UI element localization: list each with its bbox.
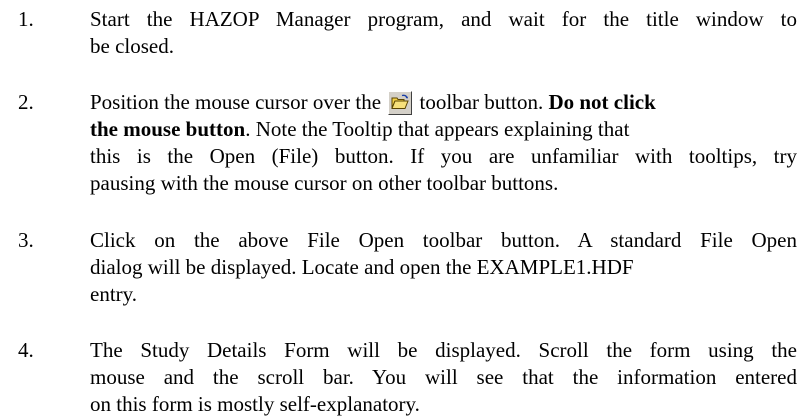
- step-number: 3.: [18, 228, 34, 252]
- step-number: 2.: [18, 90, 34, 114]
- open-folder-icon: [388, 91, 413, 115]
- step-text-run: . Note the Tooltip that appears explaini…: [245, 117, 630, 141]
- step-text: Click on the above File Open toolbar but…: [90, 227, 797, 308]
- step-line: Position the mouse cursor over the toolb…: [90, 89, 797, 116]
- step-number: 4.: [18, 338, 34, 362]
- step-line: the mouse button. Note the Tooltip that …: [90, 116, 797, 143]
- bold-warning: the mouse button: [90, 117, 246, 141]
- step-text-run: toolbar button.: [419, 90, 544, 114]
- step-number: 1.: [18, 7, 34, 31]
- step-line: entry.: [90, 282, 138, 306]
- step-text: Start the HAZOP Manager program, and wai…: [90, 6, 797, 60]
- step-text: The Study Details Form will be displayed…: [90, 337, 797, 418]
- step-line: The Study Details Form will be displayed…: [90, 338, 797, 362]
- step-line: Click on the above File Open toolbar but…: [90, 228, 797, 252]
- step-text-run: Position the mouse cursor over the: [90, 90, 382, 114]
- step-line: mouse and the scroll bar. You will see t…: [90, 365, 797, 389]
- step-line: be closed.: [90, 34, 174, 58]
- step-line: Start the HAZOP Manager program, and wai…: [90, 7, 797, 31]
- bold-warning: Do not click: [548, 90, 656, 114]
- step-line: this is the Open (File) button. If you a…: [90, 144, 797, 168]
- step-line: pausing with the mouse cursor on other t…: [90, 171, 559, 195]
- step-line: dialog will be displayed. Locate and ope…: [90, 255, 634, 279]
- step-text: Position the mouse cursor over the toolb…: [90, 89, 797, 197]
- step-line: on this form is mostly self-explanatory.: [90, 392, 420, 416]
